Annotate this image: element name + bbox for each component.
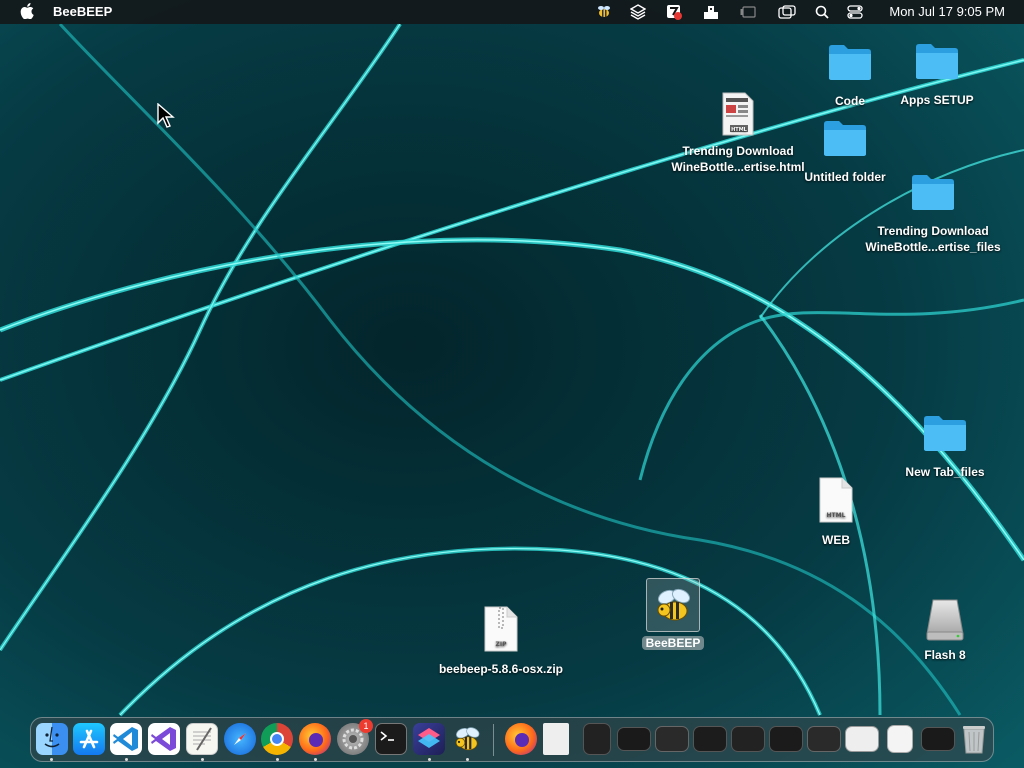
control-center-icon[interactable]: [846, 3, 864, 21]
layers-icon[interactable]: [629, 3, 647, 21]
desktop-icon-label: Trending Download: [877, 224, 989, 238]
dock-minimized-window-6[interactable]: [769, 726, 803, 752]
dock-trash-icon[interactable]: [960, 723, 988, 755]
folder-icon: [829, 45, 871, 80]
flag-icon[interactable]: [665, 3, 683, 21]
dock-system-settings-icon[interactable]: 1: [337, 719, 373, 755]
active-app-name[interactable]: BeeBEEP: [53, 4, 112, 19]
desktop-icon-label: WineBottle...ertise.html: [671, 160, 805, 174]
dock-chrome-icon[interactable]: [261, 723, 293, 755]
dock-safari-icon[interactable]: [224, 723, 256, 755]
desktop-icon-label: WineBottle...ertise_files: [865, 240, 1001, 254]
html-file-icon: HTML: [722, 92, 754, 136]
desktop-folder-code[interactable]: Code: [820, 42, 880, 109]
drive-icon: [926, 599, 964, 641]
running-indicator: [125, 758, 128, 761]
dock-recent-firefox-icon[interactable]: [505, 723, 537, 755]
dock-minimized-window-9[interactable]: [887, 725, 913, 753]
desktop-icon-label: beebeep-5.8.6-osx.zip: [438, 662, 564, 676]
running-indicator: [50, 758, 53, 761]
html-file-icon: HTML: [819, 477, 853, 523]
dock-app-store-icon[interactable]: [73, 723, 105, 755]
dock-minimized-window-5[interactable]: [731, 726, 765, 752]
beebeep-status-icon[interactable]: [595, 3, 613, 21]
dock-minimized-window-10[interactable]: [921, 727, 955, 751]
desktop-app-beebeep[interactable]: BeeBEEP: [640, 578, 706, 651]
desktop-icon-label: BeeBEEP: [641, 636, 705, 650]
menu-bar-clock[interactable]: Mon Jul 17 9:05 PM: [889, 4, 1005, 19]
running-indicator: [428, 758, 431, 761]
svg-text:HTML: HTML: [731, 127, 748, 133]
dock-minimized-window-8[interactable]: [845, 726, 879, 752]
dock-dock-icon[interactable]: [702, 3, 720, 21]
dock-shortcuts-icon[interactable]: [413, 723, 445, 755]
dock-document-icon[interactable]: [543, 723, 569, 755]
desktop-folder-apps-setup[interactable]: Apps SETUP: [895, 41, 979, 108]
dock-minimized-window-3[interactable]: [655, 726, 689, 752]
desktop-icon-label: Code: [835, 94, 865, 108]
folder-icon: [912, 175, 954, 210]
desktop-file-zip[interactable]: ZIP beebeep-5.8.6-osx.zip: [426, 606, 576, 677]
running-indicator: [201, 758, 204, 761]
running-indicator: [314, 758, 317, 761]
mouse-cursor-icon: [157, 103, 175, 128]
html-badge: HTML: [827, 512, 846, 519]
beebeep-icon: [646, 578, 700, 632]
running-indicator: [466, 758, 469, 761]
dock-vscode-icon[interactable]: [110, 723, 142, 755]
notification-badge: 1: [359, 719, 373, 733]
desktop-folder-new-tab-files[interactable]: New Tab_files: [900, 413, 990, 480]
desktop-icon-label: WEB: [822, 533, 850, 547]
desktop-icon-label: Flash 8: [924, 648, 966, 662]
running-indicator: [276, 758, 279, 761]
search-icon[interactable]: [813, 3, 831, 21]
zip-badge: ZIP: [496, 641, 508, 648]
desktop-icon-label: Apps SETUP: [900, 93, 974, 107]
dock-minimized-window-2[interactable]: [617, 727, 651, 751]
dock-terminal-icon[interactable]: [375, 723, 407, 755]
desktop-drive-flash-8[interactable]: Flash 8: [910, 598, 980, 663]
dock-minimized-window-1[interactable]: [583, 723, 611, 755]
dock-visual-studio-icon[interactable]: [148, 723, 180, 755]
desktop-folder-trending-files[interactable]: Trending Download WineBottle...ertise_fi…: [860, 172, 1006, 255]
dock-minimized-window-7[interactable]: [807, 726, 841, 752]
folder-icon: [924, 416, 966, 451]
desktop-file-trending-html[interactable]: HTML Trending Download WineBottle...erti…: [666, 92, 810, 175]
dock-minimized-window-4[interactable]: [693, 726, 727, 752]
apple-menu-icon[interactable]: [20, 3, 34, 19]
dock-separator: [493, 724, 494, 756]
display-icon[interactable]: [740, 3, 758, 21]
desktop-icon-label: Trending Download: [682, 144, 794, 158]
desktop-file-web[interactable]: HTML WEB: [806, 477, 866, 548]
dock-firefox-icon[interactable]: [299, 723, 331, 755]
dock-finder-icon[interactable]: [36, 723, 68, 755]
dock-textedit-icon[interactable]: [186, 723, 218, 755]
menu-bar: BeeBEEP Mon Jul 17 9:05 PM: [0, 0, 1024, 24]
dock: 1: [30, 717, 994, 762]
folder-icon: [916, 44, 958, 79]
dock-beebeep-icon[interactable]: [451, 723, 483, 755]
zip-file-icon: ZIP: [484, 606, 518, 652]
folder-icon: [824, 121, 866, 156]
window-icon[interactable]: [778, 3, 796, 21]
desktop-icon-label: New Tab_files: [905, 465, 985, 479]
